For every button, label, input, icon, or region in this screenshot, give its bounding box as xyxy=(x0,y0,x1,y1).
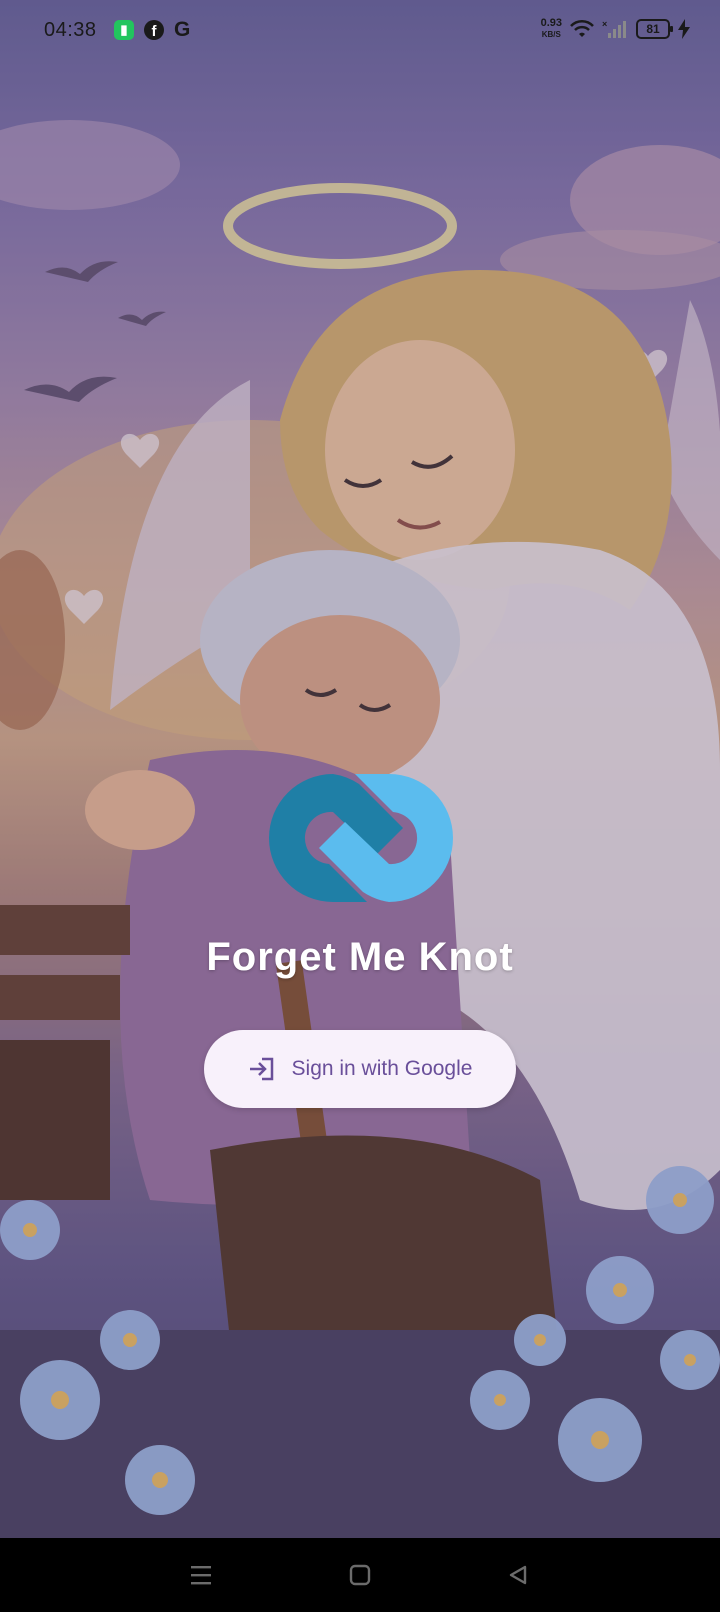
home-nav-button[interactable] xyxy=(345,1560,375,1590)
svg-text:×: × xyxy=(602,19,607,29)
status-right: 0.93 KB/S × 81 xyxy=(541,18,690,40)
menu-nav-button[interactable] xyxy=(186,1560,216,1590)
battery-level: 81 xyxy=(646,22,660,36)
charging-icon xyxy=(678,19,690,39)
network-speed-value: 0.93 xyxy=(540,17,562,29)
infinity-knot-logo-icon xyxy=(269,774,453,902)
signal-icon: × xyxy=(602,19,626,38)
system-nav-bar xyxy=(0,1538,720,1612)
back-nav-button[interactable] xyxy=(503,1560,533,1590)
battery-saver-icon: ▮ xyxy=(114,20,134,40)
google-icon: G xyxy=(174,18,191,41)
google-signin-button[interactable]: Sign in with Google xyxy=(204,1030,516,1108)
app-screen: 04:38 ▮ f G 0.93 KB/S × 81 Forget Me Kno… xyxy=(0,0,720,1612)
signin-label: Sign in with Google xyxy=(291,1057,473,1080)
menu-icon xyxy=(191,1566,211,1585)
network-speed: 0.93 KB/S xyxy=(541,18,562,40)
background-illustration xyxy=(0,0,720,1538)
facebook-icon: f xyxy=(144,20,164,40)
login-arrow-icon xyxy=(249,1057,273,1081)
notification-icons: ▮ f G xyxy=(114,18,191,41)
app-title: Forget Me Knot xyxy=(206,935,514,979)
battery-icon: 81 xyxy=(636,19,673,39)
network-speed-unit: KB/S xyxy=(541,30,561,39)
status-time: 04:38 xyxy=(44,19,97,41)
wifi-icon xyxy=(570,19,594,37)
home-square-icon xyxy=(349,1564,371,1586)
status-bar: 04:38 ▮ f G 0.93 KB/S × 81 xyxy=(0,0,720,64)
back-triangle-icon xyxy=(509,1565,527,1585)
